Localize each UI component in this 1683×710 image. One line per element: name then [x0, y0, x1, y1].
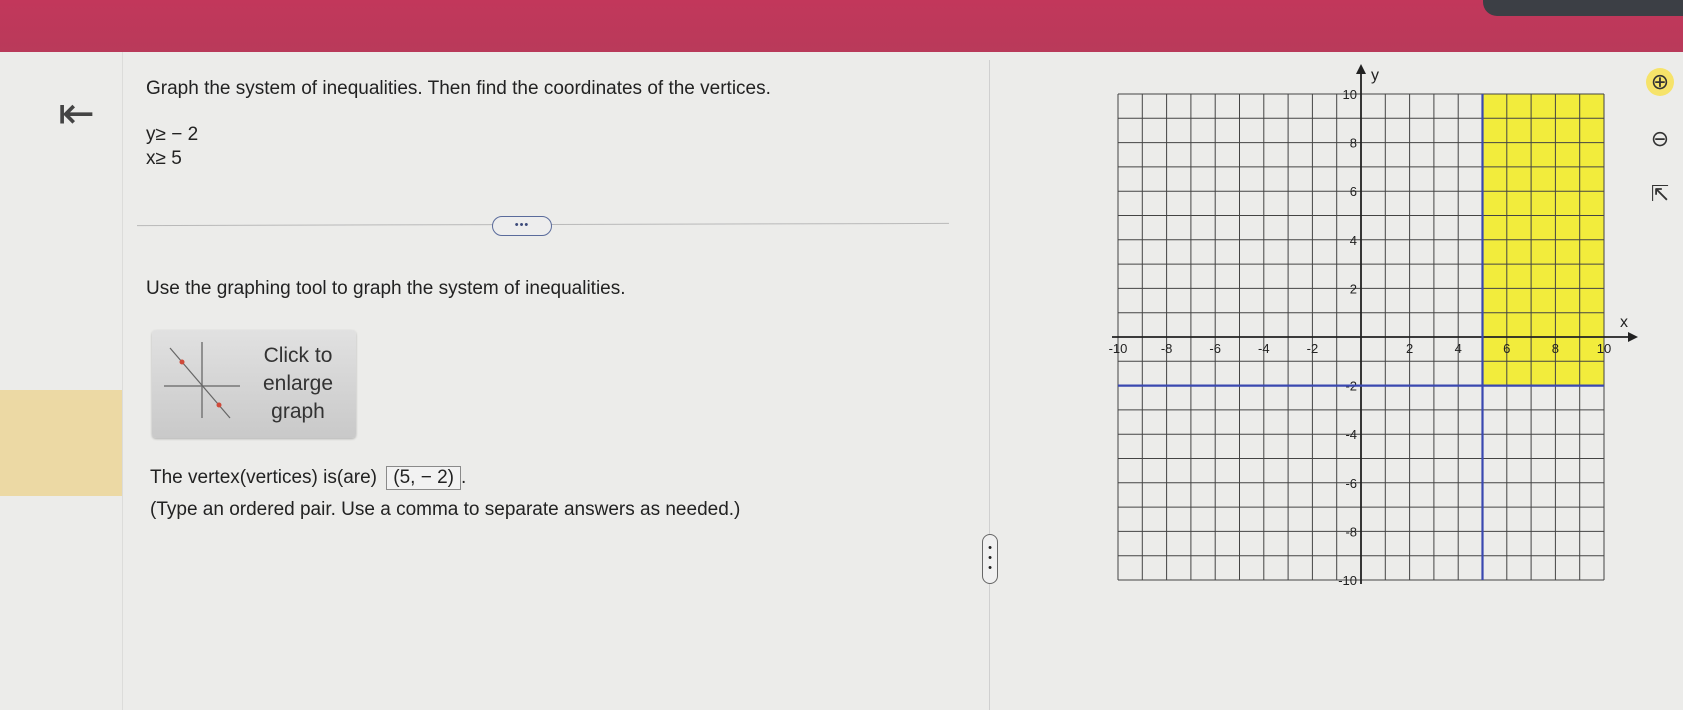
enlarge-graph-label: Click to enlarge graph	[262, 344, 334, 423]
question-title: Graph the system of inequalities. Then f…	[146, 78, 771, 99]
answer-hint: (Type an ordered pair. Use a comma to se…	[150, 499, 741, 520]
x-tick-label: -2	[1307, 341, 1319, 356]
x-tick-label: -4	[1258, 341, 1270, 356]
y-tick-label: 2	[1350, 281, 1357, 296]
x-tick-label: -6	[1209, 341, 1221, 356]
x-tick-label: 6	[1503, 341, 1510, 356]
y-tick-label: 8	[1350, 136, 1357, 151]
top-banner	[0, 0, 1683, 58]
y-tick-label: -8	[1345, 524, 1357, 539]
x-tick-label: 8	[1552, 341, 1559, 356]
vertex-prefix: The vertex(vertices) is(are)	[150, 467, 377, 488]
popout-button[interactable]: ⇱	[1646, 180, 1674, 208]
left-divider	[122, 52, 123, 710]
vertex-sentence: The vertex(vertices) is(are) (5, − 2).	[150, 466, 466, 490]
top-banner-pill	[1483, 0, 1683, 16]
y-tick-label: -6	[1345, 476, 1357, 491]
more-button[interactable]: •••	[492, 216, 552, 236]
vertex-suffix: .	[461, 467, 467, 488]
back-button[interactable]: ⇤	[58, 92, 95, 136]
y-tick-label: -4	[1345, 427, 1357, 442]
x-tick-label: 4	[1455, 341, 1462, 356]
y-axis-arrow	[1356, 64, 1366, 74]
coordinate-graph[interactable]: -10-8-6-4-2246810108642-2-4-6-8-10 x y	[1100, 60, 1640, 600]
panel-splitter-handle[interactable]: • • •	[982, 534, 998, 584]
instruction-text: Use the graphing tool to graph the syste…	[146, 278, 626, 299]
x-tick-label: 10	[1597, 341, 1611, 356]
inequality-1: y≥ − 2	[146, 124, 199, 145]
zoom-in-button[interactable]: ⊕	[1646, 68, 1674, 96]
left-highlight-strip	[0, 390, 122, 496]
zoom-in-icon: ⊕	[1650, 69, 1670, 94]
x-axis-label: x	[1620, 314, 1628, 331]
enlarge-graph-button[interactable]: Click to enlarge graph	[152, 330, 356, 438]
back-to-start-icon: ⇤	[58, 89, 95, 138]
inequality-2: x≥ 5	[146, 148, 182, 169]
x-tick-label: -8	[1161, 341, 1173, 356]
panel-divider	[989, 60, 990, 710]
x-tick-label: 2	[1406, 341, 1413, 356]
x-axis-arrow	[1628, 332, 1638, 342]
y-tick-label: 4	[1350, 233, 1357, 248]
y-axis-label: y	[1371, 67, 1379, 84]
zoom-out-button[interactable]: ⊖	[1646, 125, 1674, 153]
popout-icon: ⇱	[1650, 181, 1670, 206]
zoom-out-icon: ⊖	[1650, 126, 1670, 151]
y-tick-label: 6	[1350, 184, 1357, 199]
x-tick-label: -10	[1109, 341, 1128, 356]
vertex-answer-field[interactable]: (5, − 2)	[386, 466, 462, 490]
y-tick-label: 10	[1343, 87, 1357, 102]
y-tick-label: -10	[1338, 573, 1357, 588]
graph-thumbnail-icon	[164, 342, 240, 419]
